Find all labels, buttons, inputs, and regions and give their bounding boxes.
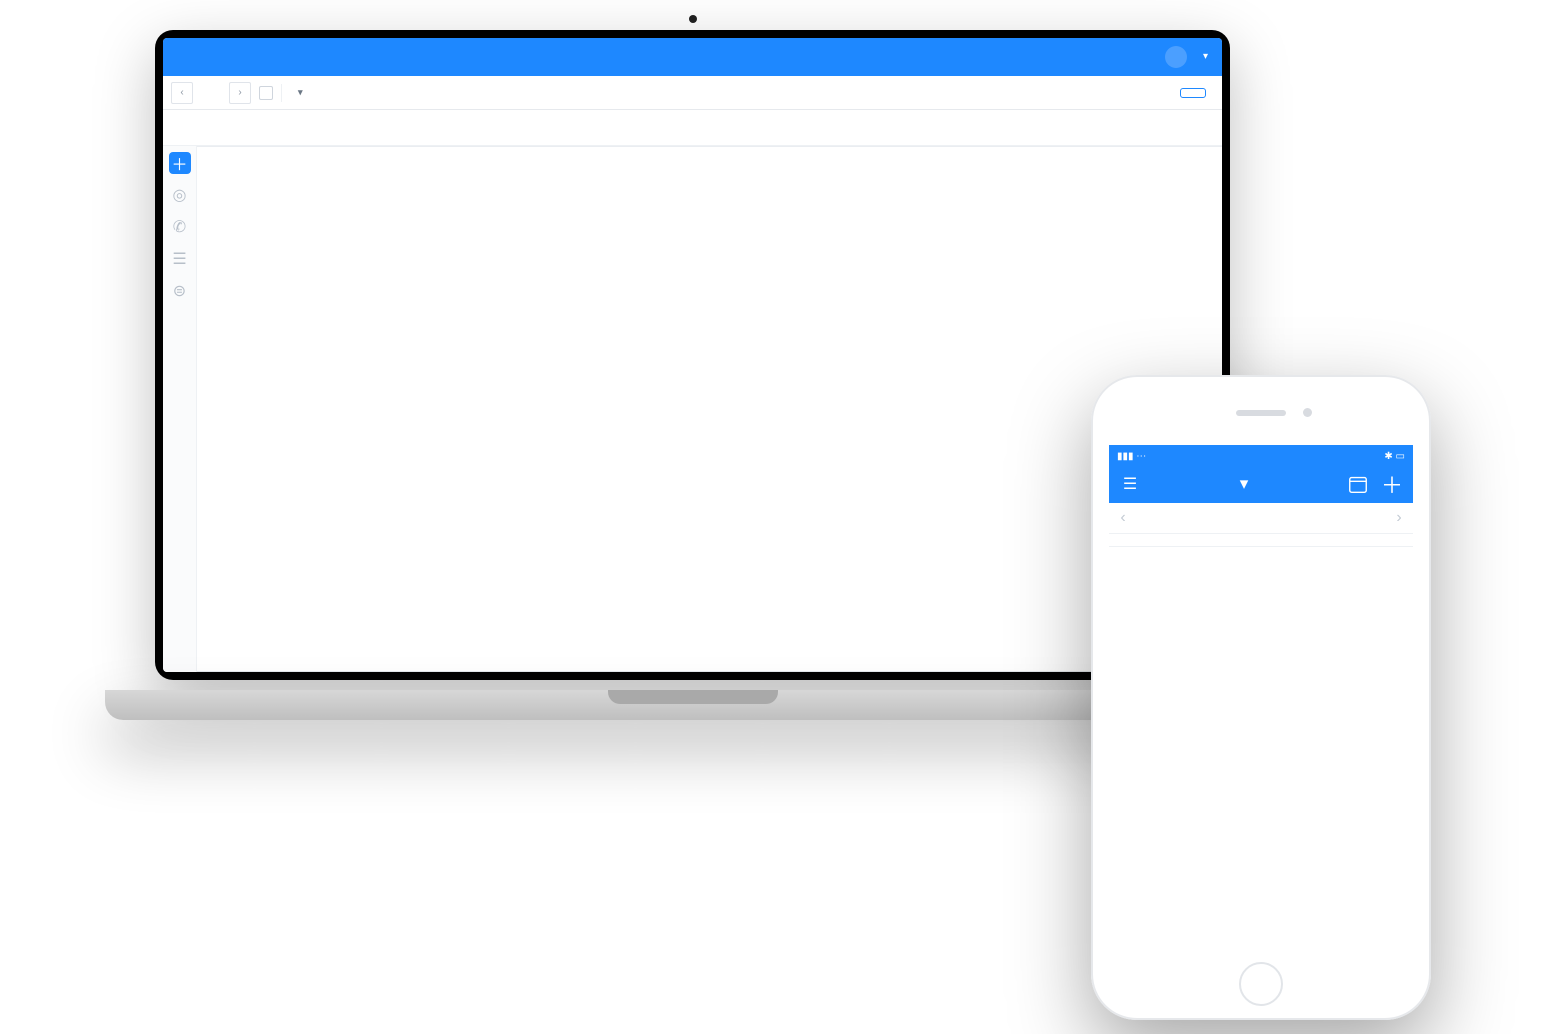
sort-value[interactable]: ▾ [298, 87, 303, 98]
select-all-checkbox[interactable] [259, 86, 273, 100]
phone-day-label [1109, 547, 1153, 960]
phone-day-picker: ‹ › [1109, 503, 1413, 534]
avatar [1165, 46, 1187, 68]
add-shift-button[interactable]: ＋ [169, 152, 191, 174]
month-selector[interactable]: ▾ [1240, 474, 1249, 494]
next-week-button[interactable]: › [229, 82, 251, 104]
location-icon[interactable]: ◎ [169, 184, 191, 206]
phone-header: ☰ ▾ ＋ [1109, 467, 1413, 503]
grid-rows [197, 147, 1222, 671]
schedule-body: ＋ ◎ ✆ ☰ ⊜ [163, 146, 1222, 672]
laptop-camera [689, 15, 697, 23]
battery-label: ✱ ▭ [1384, 451, 1405, 462]
prev-days-button[interactable]: ‹ [1113, 509, 1133, 527]
phone-range-row [1109, 534, 1413, 547]
calendar-icon[interactable] [1347, 473, 1369, 495]
carrier-label: ▮▮▮ ⋯ [1117, 451, 1146, 462]
phone-statusbar: ▮▮▮ ⋯ ✱ ▭ [1109, 445, 1413, 467]
phone-icon[interactable]: ✆ [169, 216, 191, 238]
grid-footer [197, 671, 1222, 672]
menu-icon[interactable]: ☰ [1119, 473, 1141, 495]
user-menu[interactable]: ▾ [1165, 46, 1208, 68]
side-rail: ＋ ◎ ✆ ☰ ⊜ [163, 146, 197, 672]
toolbar: ‹ › ▾ [163, 76, 1222, 110]
list-icon[interactable]: ☰ [169, 248, 191, 270]
add-icon[interactable]: ＋ [1381, 473, 1403, 495]
chevron-down-icon: ▾ [1203, 51, 1208, 63]
prev-week-button[interactable]: ‹ [171, 82, 193, 104]
today-button[interactable] [1180, 88, 1206, 98]
phone-screen: ▮▮▮ ⋯ ✱ ▭ ☰ ▾ ＋ ‹ › [1109, 445, 1413, 960]
app-window: ▾ ‹ › ▾ ＋ [163, 38, 1222, 672]
filter-icon[interactable]: ⊜ [169, 280, 191, 302]
top-navbar: ▾ [163, 38, 1222, 76]
next-days-button[interactable]: › [1389, 509, 1409, 527]
stats-bar [163, 110, 1222, 146]
schedule-grid [197, 146, 1222, 672]
laptop-screen: ▾ ‹ › ▾ ＋ [155, 30, 1230, 680]
phone-frame: ▮▮▮ ⋯ ✱ ▭ ☰ ▾ ＋ ‹ › [1091, 375, 1431, 1020]
phone-shift-list [1109, 547, 1413, 960]
